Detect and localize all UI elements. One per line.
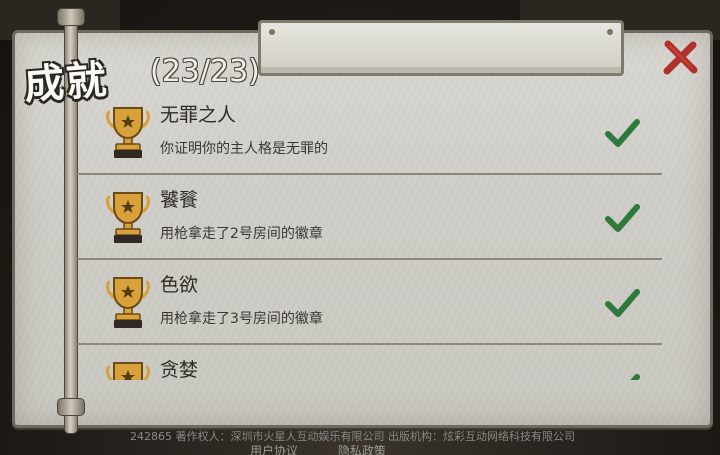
checkmark-icon — [604, 286, 640, 322]
plate-pin — [269, 29, 275, 35]
close-button[interactable] — [660, 38, 700, 78]
rod-knob-top — [57, 8, 85, 26]
footer-links: 用户协议 隐私政策 — [250, 444, 422, 455]
achievement-count: (23/23) — [150, 54, 260, 89]
achievement-description: 用枪拿走了3号房间的徽章 — [160, 311, 323, 327]
title-plate — [258, 20, 624, 76]
checkmark-icon — [604, 371, 640, 380]
footer: 242865 著作权人：深圳市火星人互动娱乐有限公司 出版机构：炫彩互动网络科技… — [130, 424, 710, 455]
achievement-item[interactable]: 贪婪 — [76, 345, 662, 380]
checkmark-icon — [604, 201, 640, 237]
achievement-item[interactable]: 无罪之人 你证明你的主人格是无罪的 — [76, 90, 662, 175]
achievement-name: 无罪之人 — [160, 104, 237, 126]
legal-text: 242865 著作权人：深圳市火星人互动娱乐有限公司 出版机构：炫彩互动网络科技… — [130, 430, 575, 443]
achievement-name: 色欲 — [160, 274, 199, 296]
close-icon — [663, 40, 698, 75]
achievement-item[interactable]: 饕餮 用枪拿走了2号房间的徽章 — [76, 175, 662, 260]
achievement-name: 饕餮 — [160, 189, 199, 211]
plate-pin — [607, 29, 613, 35]
trophy-icon — [104, 274, 152, 330]
checkmark-icon — [604, 116, 640, 152]
privacy-policy-link[interactable]: 隐私政策 — [338, 444, 386, 455]
achievement-description: 你证明你的主人格是无罪的 — [160, 141, 328, 157]
trophy-icon — [104, 189, 152, 245]
trophy-icon — [104, 104, 152, 160]
achievement-name: 贪婪 — [160, 359, 199, 380]
user-agreement-link[interactable]: 用户协议 — [250, 444, 298, 455]
trophy-icon — [104, 359, 152, 380]
achievement-description: 用枪拿走了2号房间的徽章 — [160, 226, 323, 242]
achievement-list[interactable]: 无罪之人 你证明你的主人格是无罪的 饕餮 用枪拿走了2号房间的徽章 色欲 用枪拿… — [76, 90, 662, 380]
achievement-item[interactable]: 色欲 用枪拿走了3号房间的徽章 — [76, 260, 662, 345]
rod-knob-bottom — [57, 398, 85, 416]
